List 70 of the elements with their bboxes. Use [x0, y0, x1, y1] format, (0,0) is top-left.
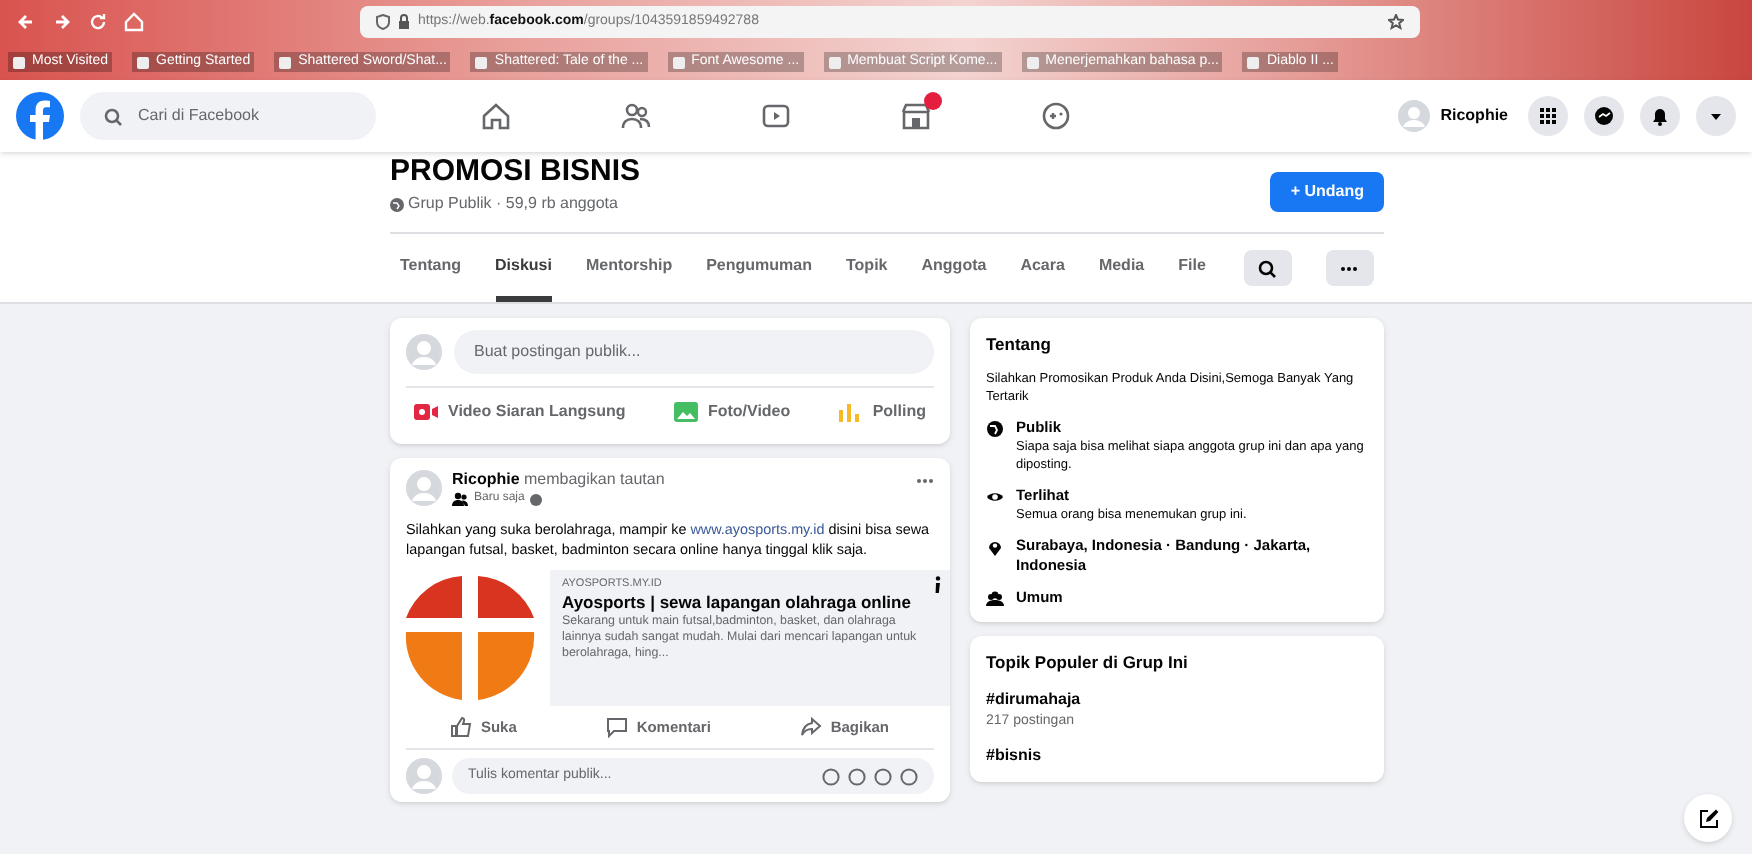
- info-icon[interactable]: [934, 576, 942, 594]
- home-icon[interactable]: [480, 100, 512, 132]
- video-icon[interactable]: [760, 100, 792, 132]
- eye-icon: [986, 487, 1004, 506]
- chat-bubble-icon[interactable]: [1584, 96, 1624, 136]
- bookmark-icon: [827, 55, 842, 69]
- search-button[interactable]: [1243, 250, 1292, 286]
- group-title: PROMOSI BISNIS: [390, 156, 641, 188]
- more-icon[interactable]: [916, 478, 934, 484]
- star-icon[interactable]: [1388, 14, 1404, 30]
- video-camera-icon: [414, 402, 438, 422]
- topics-title: Topik Populer di Grup Ini: [986, 649, 1190, 675]
- search-field[interactable]: Cari di Facebook: [80, 92, 376, 140]
- thumbs-up-icon: [450, 716, 473, 738]
- search-icon: [1258, 259, 1277, 277]
- edit-icon: [1697, 807, 1719, 829]
- forward-icon[interactable]: [52, 12, 72, 32]
- grid-menu-icon[interactable]: [1528, 96, 1568, 136]
- people-icon: [986, 589, 1004, 608]
- group-icon: [452, 492, 468, 506]
- avatar-icon: [1398, 100, 1431, 132]
- bell-icon[interactable]: [1640, 96, 1680, 136]
- new-message-button[interactable]: [1684, 794, 1732, 842]
- bookmark-icon: [278, 55, 293, 69]
- bookmark-icon: [474, 55, 489, 69]
- group-tab[interactable]: Tentang: [400, 234, 462, 302]
- bookmark-icon: [12, 55, 26, 69]
- photo-icon: [673, 402, 698, 422]
- composer-action-button[interactable]: Polling: [834, 400, 930, 424]
- people-icon[interactable]: [620, 100, 652, 132]
- group-tab[interactable]: Mentorship: [585, 234, 673, 302]
- facebook-logo-icon: [16, 92, 64, 140]
- shield-icon: [376, 14, 390, 30]
- speech-bubble-icon: [606, 716, 629, 738]
- reload-icon[interactable]: [88, 12, 108, 32]
- group-meta: Grup Publik · 59,9 rb anggota: [408, 192, 618, 216]
- more-button[interactable]: [1325, 250, 1374, 286]
- group-tab[interactable]: Acara: [1020, 234, 1065, 302]
- invite-button[interactable]: + Undang: [1270, 172, 1384, 212]
- post-input-field[interactable]: Buat postingan publik...: [454, 330, 934, 374]
- avatar-icon: [406, 334, 442, 370]
- store-icon[interactable]: [900, 100, 932, 132]
- group-tab[interactable]: Pengumuman: [706, 234, 812, 302]
- bookmark-icon: [671, 55, 686, 69]
- back-icon[interactable]: [16, 12, 36, 32]
- location-pin-icon: [986, 537, 1004, 556]
- bar-chart-icon: [838, 402, 863, 422]
- composer-action-button[interactable]: Foto/Video: [669, 400, 795, 424]
- group-tab[interactable]: Anggota: [921, 234, 987, 302]
- preview-title: Ayosports | sewa lapangan olahraga online: [562, 592, 913, 613]
- composer-action-button[interactable]: Video Siaran Langsung: [410, 400, 630, 424]
- topic-hashtag-link[interactable]: #bisnis: [986, 744, 1368, 768]
- avatar-icon: [406, 758, 442, 794]
- topic-hashtag-link[interactable]: #dirumahaja: [986, 687, 1368, 711]
- bookmark-icon: [1025, 55, 1040, 69]
- more-icon: [1340, 265, 1359, 271]
- group-tab[interactable]: Media: [1098, 234, 1145, 302]
- group-tab[interactable]: File: [1178, 234, 1206, 302]
- lock-icon: [398, 14, 410, 30]
- about-title: Tentang: [986, 332, 1053, 358]
- game-controller-icon[interactable]: [1040, 100, 1072, 132]
- group-tab[interactable]: Diskusi: [495, 234, 552, 302]
- profile-name[interactable]: Ricophie: [1440, 104, 1508, 128]
- bookmark-icon: [1246, 55, 1261, 69]
- post-author-line: Ricophie membagikan tautan: [452, 470, 667, 490]
- group-tab[interactable]: Topik: [846, 234, 888, 302]
- share-arrow-icon: [800, 716, 823, 738]
- bookmark-icon: [136, 55, 150, 69]
- avatar-icon: [406, 470, 442, 506]
- search-icon: [104, 107, 122, 125]
